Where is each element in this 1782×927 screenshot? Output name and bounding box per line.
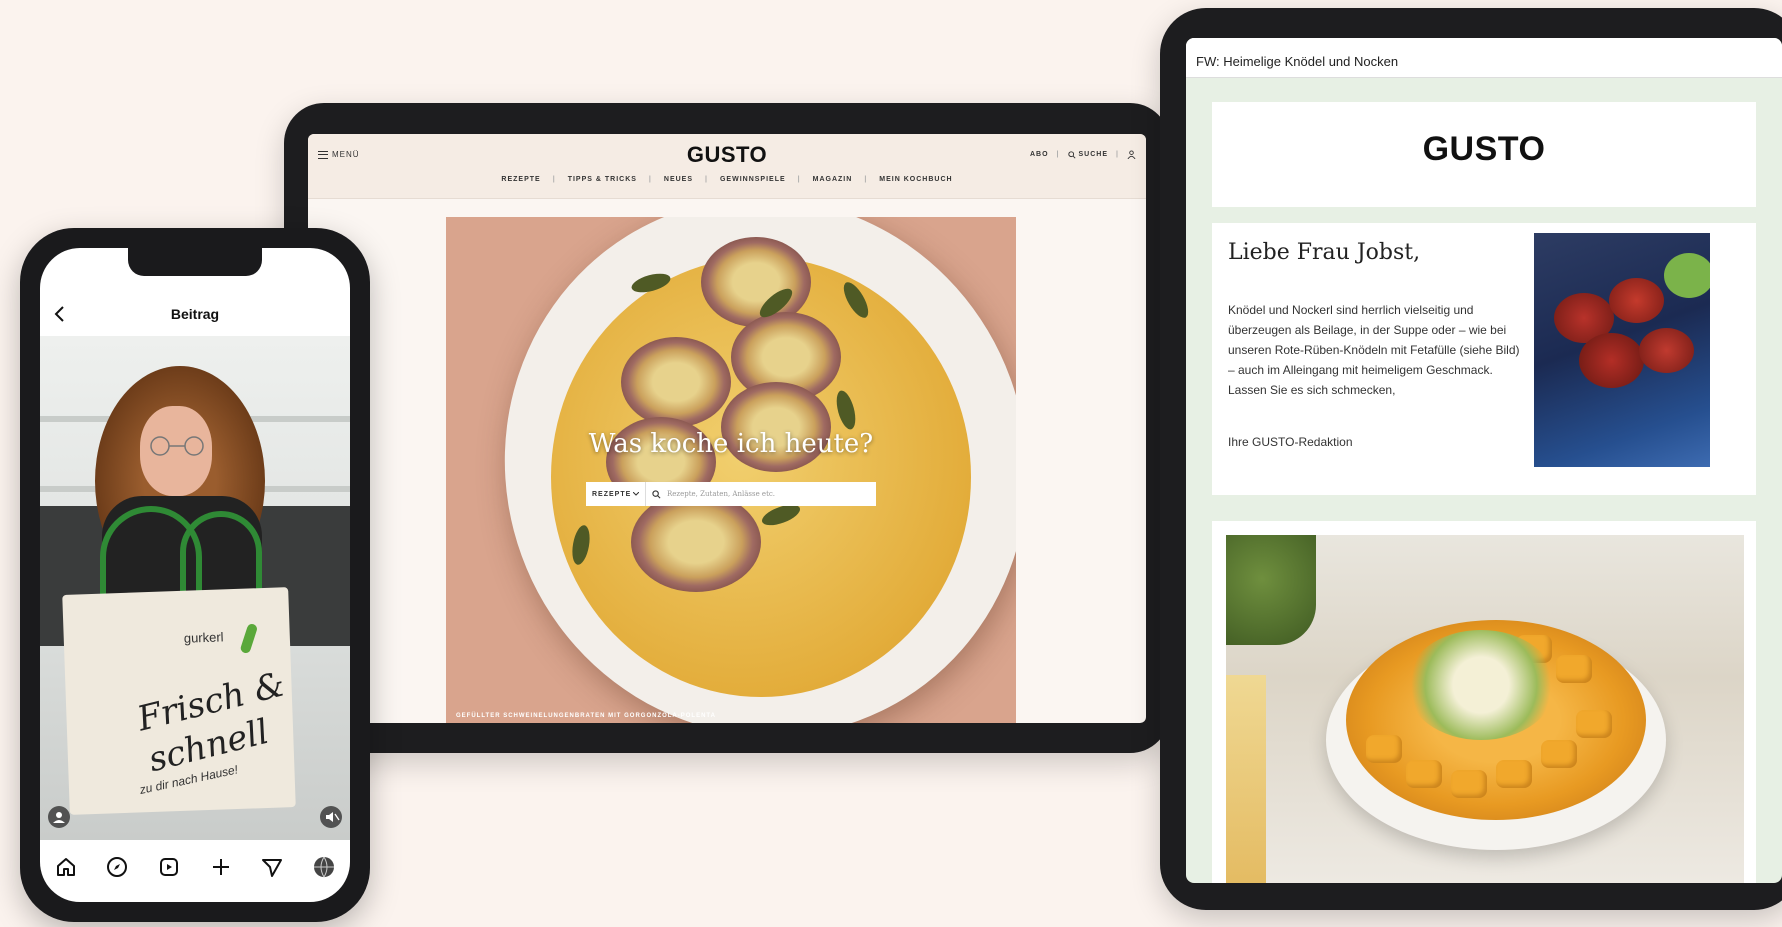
nav-item-neues[interactable]: NEUES (664, 176, 693, 183)
compass-icon[interactable] (105, 855, 129, 879)
recipe-search-input[interactable]: Rezepte, Zutaten, Anlässe etc. (646, 489, 776, 499)
email-body-text: Knödel und Nockerl sind herrlich vielsei… (1228, 303, 1520, 397)
phone-screen: Beitrag gurkerl Frisch & schnell zu dir … (40, 248, 350, 902)
dumpling (1579, 333, 1644, 388)
bottom-tab-bar (40, 844, 350, 890)
email-screen: FW: Heimelige Knödel und Nocken GUSTO Li… (1186, 38, 1782, 883)
nav-divider: | (552, 176, 556, 183)
phone-notch (128, 248, 262, 276)
nav-item-magazin[interactable]: MAGAZIN (813, 176, 853, 183)
nav-item-rezepte[interactable]: REZEPTE (501, 176, 540, 183)
email-subject: FW: Heimelige Knödel und Nocken (1186, 38, 1782, 78)
gnocchi-piece (1576, 710, 1612, 738)
mute-button[interactable] (320, 806, 342, 828)
header-actions: ABO | SUCHE | (1030, 150, 1136, 159)
user-icon (53, 812, 65, 823)
nav-item-kochbuch[interactable]: MEIN KOCHBUCH (879, 176, 952, 183)
search-placeholder: Rezepte, Zutaten, Anlässe etc. (667, 490, 776, 498)
reels-icon[interactable] (157, 855, 181, 879)
profile-globe-icon[interactable] (312, 855, 336, 879)
abo-link[interactable]: ABO (1030, 151, 1049, 158)
meat-roll (621, 337, 731, 427)
post-title: Beitrag (170, 306, 220, 322)
nav-divider: | (797, 176, 801, 183)
chevron-down-icon (633, 492, 639, 496)
plus-icon[interactable] (209, 855, 233, 879)
hero-image: Was koche ich heute? REZEPTE Rezepte, Zu… (446, 217, 1016, 723)
gnocchi-piece (1556, 655, 1592, 683)
bag-brand: gurkerl (183, 629, 224, 646)
send-icon[interactable] (260, 855, 284, 879)
email-image-card (1212, 521, 1756, 883)
dumpling (1609, 278, 1664, 323)
nav-divider: | (705, 176, 708, 183)
search-icon (652, 489, 661, 498)
search-category-value: REZEPTE (592, 490, 632, 498)
nav-item-tipps[interactable]: TIPPS & TRICKS (568, 176, 637, 183)
post-image[interactable]: gurkerl Frisch & schnell zu dir nach Hau… (40, 336, 350, 840)
user-icon[interactable] (1127, 150, 1136, 159)
nav-divider: | (864, 176, 868, 183)
salad (1664, 253, 1710, 298)
beer-glass (1226, 675, 1266, 883)
hero-title: Was koche ich heute? (588, 429, 874, 459)
hero-caption: GEFÜLLTER SCHWEINELUNGENBRATEN MIT GORGO… (456, 713, 716, 719)
email-logo-card: GUSTO (1212, 102, 1756, 207)
main-nav: REZEPTE | TIPPS & TRICKS | NEUES | GEWIN… (308, 176, 1146, 183)
nav-divider: | (1056, 151, 1060, 158)
recipe-search-bar: REZEPTE Rezepte, Zutaten, Anlässe etc. (586, 482, 876, 506)
cucumber-logo (239, 622, 259, 655)
website-screen: MENÜ GUSTO REZEPTE | TIPPS & TRICKS | NE… (308, 134, 1146, 723)
gnocchi-piece (1366, 735, 1402, 763)
meat-roll (631, 492, 761, 592)
email-body-card: Liebe Frau Jobst, Knödel und Nockerl sin… (1212, 223, 1756, 495)
search-category-select[interactable]: REZEPTE (586, 482, 646, 506)
broccoli (1226, 535, 1316, 645)
tablet-email: FW: Heimelige Knödel und Nocken GUSTO Li… (1160, 8, 1782, 910)
email-logo[interactable]: GUSTO (1212, 130, 1756, 169)
post-header: Beitrag (40, 294, 350, 334)
email-signature: Ihre GUSTO-Redaktion (1228, 435, 1353, 449)
glasses (150, 436, 204, 456)
dumpling-photo[interactable] (1534, 233, 1710, 467)
site-logo[interactable]: GUSTO (308, 142, 1146, 168)
nav-divider: | (648, 176, 652, 183)
gnocchi-piece (1406, 760, 1442, 788)
search-icon (1067, 150, 1076, 159)
gnocchi-photo[interactable] (1226, 535, 1744, 883)
tote-bag: gurkerl Frisch & schnell zu dir nach Hau… (62, 587, 296, 815)
gnocchi-piece (1451, 770, 1487, 798)
email-greeting: Liebe Frau Jobst, (1228, 240, 1421, 265)
tagged-user-button[interactable] (48, 806, 70, 828)
home-icon[interactable] (54, 855, 78, 879)
nav-divider: | (1116, 151, 1119, 158)
phone-instagram: Beitrag gurkerl Frisch & schnell zu dir … (20, 228, 370, 922)
dumpling (1639, 328, 1694, 373)
tablet-website: MENÜ GUSTO REZEPTE | TIPPS & TRICKS | NE… (284, 103, 1170, 753)
search-link[interactable]: SUCHE (1067, 150, 1109, 159)
gnocchi-piece (1496, 760, 1532, 788)
speaker-muted-icon (326, 812, 340, 822)
nav-item-gewinnspiele[interactable]: GEWINNSPIELE (720, 176, 786, 183)
gnocchi-piece (1541, 740, 1577, 768)
site-header: MENÜ GUSTO REZEPTE | TIPPS & TRICKS | NE… (308, 134, 1146, 199)
search-label: SUCHE (1078, 151, 1109, 158)
parsley-topping (1406, 630, 1556, 740)
